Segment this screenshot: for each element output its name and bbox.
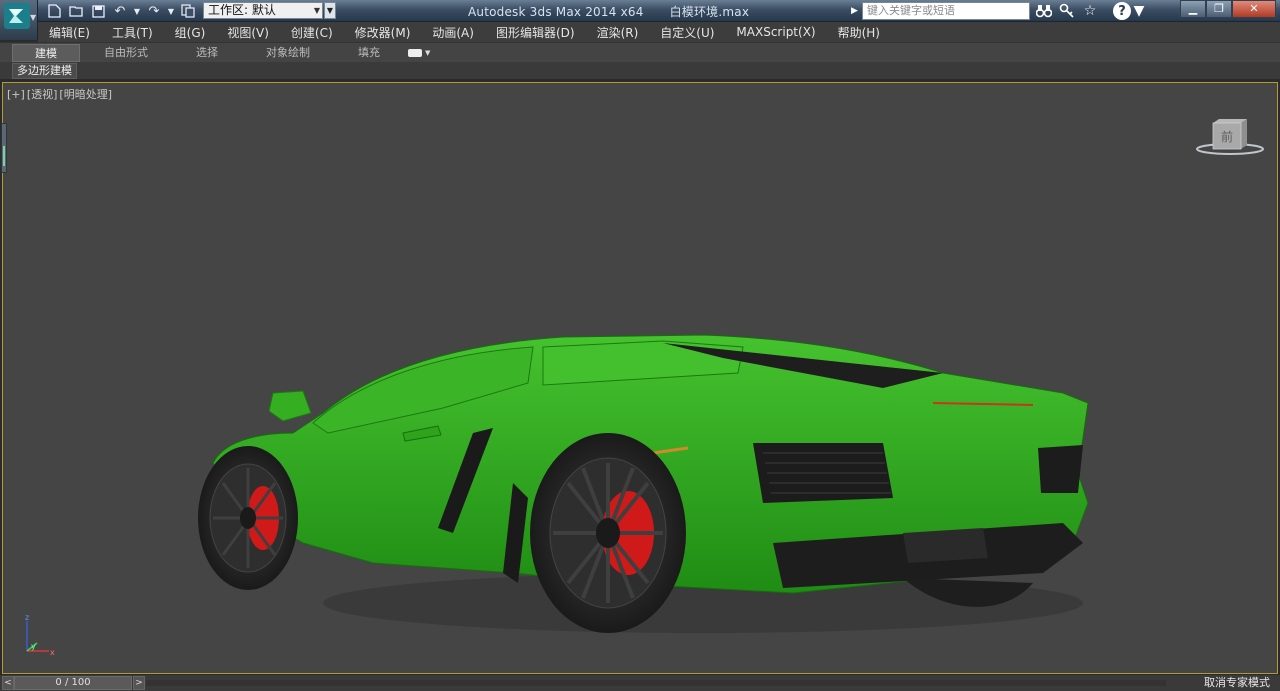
menu-create[interactable]: 创建(C) <box>280 24 344 41</box>
menu-edit[interactable]: 编辑(E) <box>38 24 101 41</box>
axis-tripod: z y x <box>25 613 55 657</box>
viewcube[interactable]: 前 <box>1195 117 1265 157</box>
car-model[interactable] <box>183 243 1123 663</box>
menu-customize[interactable]: 自定义(U) <box>649 24 725 41</box>
workspace-dropdown[interactable]: 工作区: 默认 ▼ <box>203 2 323 19</box>
menu-group[interactable]: 组(G) <box>164 24 217 41</box>
save-icon[interactable] <box>88 2 108 20</box>
viewport-side-slider[interactable] <box>1 123 7 173</box>
window-title: Autodesk 3ds Max 2014 x64 白模环境.max <box>468 3 749 20</box>
ribbon-toggle-icon <box>408 48 422 57</box>
front-wheel <box>198 446 298 590</box>
time-slider-value: 0 / 100 <box>55 677 91 688</box>
quick-access-toolbar: ↶ ▼ ↷ ▼ <box>44 2 198 20</box>
tab-populate[interactable]: 填充 <box>334 44 404 62</box>
viewport-menu-plus[interactable]: [+] <box>7 88 25 101</box>
ribbon-options-button[interactable]: ▼ <box>408 48 431 57</box>
axis-z-label: z <box>25 613 29 622</box>
chevron-down-icon: ▼ <box>313 6 320 15</box>
app-name: Autodesk 3ds Max 2014 x64 <box>468 5 644 19</box>
cancel-expert-mode-button[interactable]: 取消专家模式 <box>1204 676 1270 690</box>
project-folder-icon[interactable] <box>178 2 198 20</box>
perspective-viewport[interactable]: [+] [透视] [明暗处理] 前 z y x <box>1 82 1278 674</box>
tab-freeform[interactable]: 自由形式 <box>80 44 172 62</box>
undo-icon[interactable]: ↶ <box>110 2 130 20</box>
menu-modifiers[interactable]: 修改器(M) <box>344 24 422 41</box>
chevron-down-icon: ▼ <box>425 48 431 57</box>
workspace-options-button[interactable]: ▼ <box>324 2 336 19</box>
undo-dropdown-icon[interactable]: ▼ <box>132 2 142 20</box>
viewport-point-of-view[interactable]: [透视] <box>27 88 58 101</box>
axis-x-label: x <box>50 648 55 657</box>
viewcube-front-face: 前 <box>1221 129 1233 144</box>
polygon-modeling-panel[interactable]: 多边形建模 <box>12 63 77 79</box>
menu-animation[interactable]: 动画(A) <box>421 24 485 41</box>
application-button[interactable]: ▼ <box>0 0 38 40</box>
search-expand-icon[interactable]: ▶ <box>851 3 861 19</box>
timeline-prev-button[interactable]: < <box>2 676 14 690</box>
menu-tools[interactable]: 工具(T) <box>101 24 164 41</box>
search-input[interactable]: 键入关键字或短语 <box>862 2 1030 20</box>
file-name: 白模环境.max <box>669 5 750 19</box>
time-slider[interactable]: 0 / 100 <box>14 676 132 690</box>
search-placeholder: 键入关键字或短语 <box>867 4 955 17</box>
new-file-icon[interactable] <box>44 2 64 20</box>
status-bar: < 0 / 100 > 取消专家模式 <box>0 674 1280 691</box>
title-bar: ▼ ↶ ▼ ↷ ▼ 工作区: 默认 ▼ ▼ Autodesk 3ds Max 2… <box>0 0 1280 40</box>
timeline-next-button[interactable]: > <box>133 676 145 690</box>
redo-icon[interactable]: ↷ <box>144 2 164 20</box>
timeline-track[interactable] <box>146 680 1166 686</box>
star-icon[interactable]: ☆ <box>1080 2 1100 20</box>
workspace-label: 工作区: 默认 <box>208 3 276 17</box>
key-icon[interactable] <box>1057 2 1077 20</box>
menu-rendering[interactable]: 渲染(R) <box>586 24 650 41</box>
open-folder-icon[interactable] <box>66 2 86 20</box>
window-controls: ▁ ❐ ✕ <box>1180 0 1276 18</box>
infocenter-toolbar: ☆ ? ▼ <box>1034 2 1144 20</box>
chevron-down-icon: ▼ <box>30 13 37 22</box>
menu-maxscript[interactable]: MAXScript(X) <box>725 25 826 39</box>
menu-views[interactable]: 视图(V) <box>216 24 280 41</box>
help-icon[interactable]: ? <box>1113 2 1131 20</box>
binoculars-icon[interactable] <box>1034 2 1054 20</box>
rear-wheel <box>530 433 686 633</box>
tab-modeling[interactable]: 建模 <box>12 43 80 62</box>
ribbon-panel: 多边形建模 <box>0 62 1280 80</box>
menu-graph-editors[interactable]: 图形编辑器(D) <box>485 24 586 41</box>
app-logo-icon <box>4 3 30 29</box>
menu-help[interactable]: 帮助(H) <box>827 24 891 41</box>
viewport-shading-mode[interactable]: [明暗处理] <box>59 88 112 101</box>
tab-selection[interactable]: 选择 <box>172 44 242 62</box>
menu-bar: 编辑(E) 工具(T) 组(G) 视图(V) 创建(C) 修改器(M) 动画(A… <box>38 22 1280 42</box>
maximize-button[interactable]: ❐ <box>1206 0 1232 18</box>
viewport-label: [+] [透视] [明暗处理] <box>7 86 114 102</box>
ribbon-tabs: 建模 自由形式 选择 对象绘制 填充 ▼ <box>0 42 1280 62</box>
redo-dropdown-icon[interactable]: ▼ <box>166 2 176 20</box>
minimize-button[interactable]: ▁ <box>1180 0 1206 18</box>
axis-y-label: y <box>31 642 36 651</box>
close-button[interactable]: ✕ <box>1232 0 1276 18</box>
help-dropdown-icon[interactable]: ▼ <box>1134 2 1145 20</box>
tab-object-paint[interactable]: 对象绘制 <box>242 44 334 62</box>
